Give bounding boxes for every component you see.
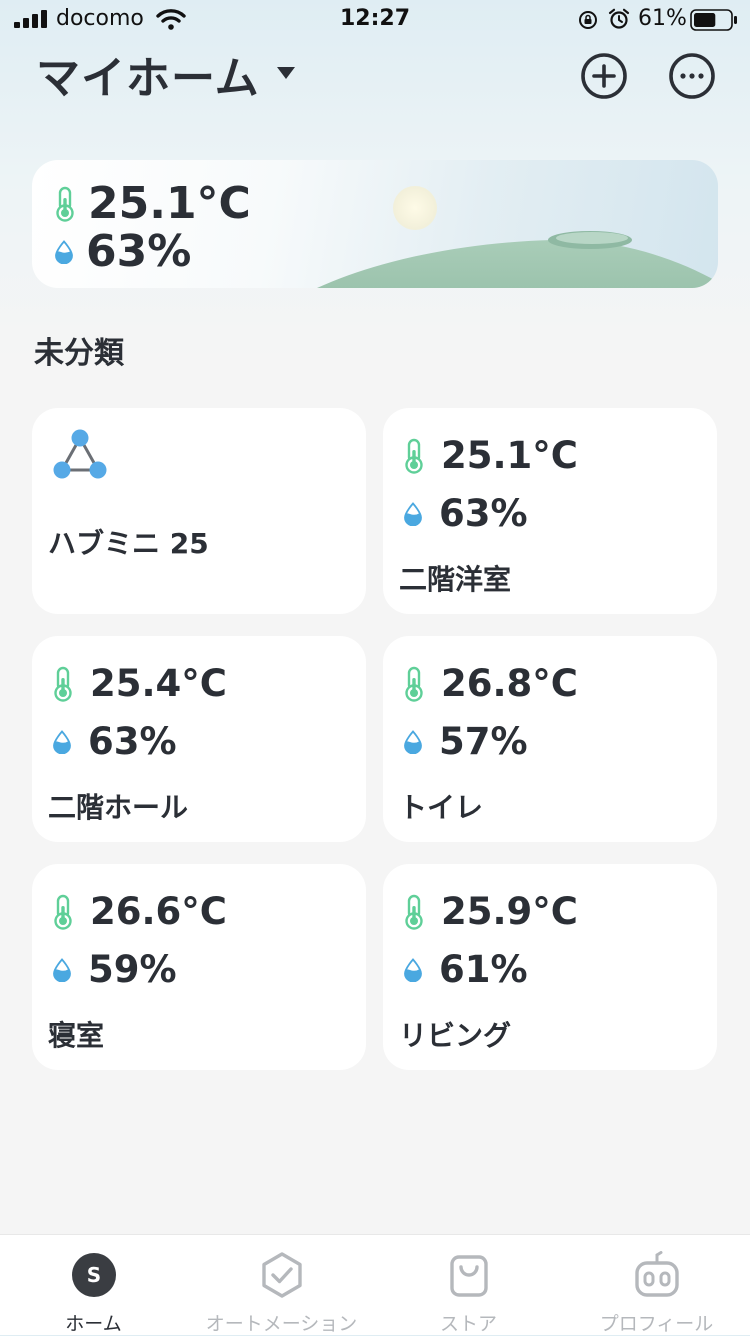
device-name: 二階洋室 — [399, 563, 512, 596]
hub-card[interactable]: ハブミニ 25 — [32, 408, 366, 614]
tab-profile[interactable]: プロフィール — [563, 1235, 750, 1335]
thermometer-icon — [405, 666, 423, 702]
thermometer-icon — [405, 894, 423, 930]
device-humidity: 63% — [439, 492, 528, 535]
humidity-drop-icon — [404, 501, 422, 526]
device-temperature: 25.9°C — [441, 890, 578, 933]
battery-percent: 61% — [638, 6, 687, 31]
tab-automation[interactable]: オートメーション — [188, 1235, 375, 1335]
robot-profile-icon — [635, 1251, 679, 1297]
device-name: 寝室 — [48, 1019, 105, 1052]
thermometer-icon — [54, 666, 72, 702]
summary-temperature: 25.1°C — [88, 178, 251, 229]
device-card[interactable]: 25.4°C 63% 二階ホール — [32, 636, 366, 842]
humidity-drop-icon — [404, 957, 422, 982]
device-humidity: 57% — [439, 720, 528, 763]
device-temperature: 25.1°C — [441, 434, 578, 477]
humidity-drop-icon — [53, 729, 71, 754]
thermometer-icon — [56, 186, 74, 222]
humidity-drop-icon — [53, 957, 71, 982]
hub-name: ハブミニ 25 — [48, 527, 209, 560]
device-name: トイレ — [399, 791, 484, 824]
device-temperature: 26.6°C — [90, 890, 227, 933]
hub-mini-icon — [53, 429, 107, 479]
humidity-drop-icon — [55, 239, 73, 264]
tab-label: オートメーション — [205, 1313, 358, 1335]
device-humidity: 59% — [88, 948, 177, 991]
device-name: 二階ホール — [48, 791, 189, 824]
bottom-tab-bar: S ホーム オートメーション ストア プロフィール — [0, 1234, 750, 1335]
home-summary-card[interactable]: 25.1°C 63% — [32, 160, 718, 288]
battery-icon — [690, 9, 737, 31]
more-options-button[interactable] — [668, 52, 716, 100]
device-temperature: 26.8°C — [441, 662, 578, 705]
device-card[interactable]: 25.9°C 61% リビング — [383, 864, 717, 1070]
section-title: 未分類 — [34, 336, 124, 371]
thermometer-icon — [54, 894, 72, 930]
device-temperature: 25.4°C — [90, 662, 227, 705]
humidity-drop-icon — [404, 729, 422, 754]
tab-label: ストア — [439, 1313, 497, 1335]
device-humidity: 63% — [88, 720, 177, 763]
status-bar: docomo 12:27 61% — [0, 0, 750, 40]
home-tab-letter: S — [87, 1263, 101, 1287]
device-card[interactable]: 25.1°C 63% 二階洋室 — [383, 408, 717, 614]
device-card[interactable]: 26.8°C 57% トイレ — [383, 636, 717, 842]
automation-hexagon-check-icon — [262, 1252, 302, 1298]
add-button[interactable] — [580, 52, 628, 100]
rotation-lock-icon — [579, 11, 597, 29]
home-s-icon: S — [72, 1253, 116, 1297]
store-bag-icon — [450, 1255, 488, 1297]
device-name: リビング — [399, 1019, 512, 1052]
tab-store[interactable]: ストア — [375, 1235, 562, 1335]
device-humidity: 61% — [439, 948, 528, 991]
thermometer-icon — [405, 438, 423, 474]
dropdown-caret-icon[interactable] — [276, 66, 296, 80]
tab-label: プロフィール — [599, 1313, 714, 1335]
summary-humidity: 63% — [86, 226, 192, 277]
home-title[interactable]: マイホーム — [36, 42, 260, 106]
tab-label: ホーム — [65, 1313, 122, 1335]
device-card[interactable]: 26.6°C 59% 寝室 — [32, 864, 366, 1070]
alarm-icon — [608, 8, 630, 29]
tab-home[interactable]: S ホーム — [0, 1235, 187, 1335]
